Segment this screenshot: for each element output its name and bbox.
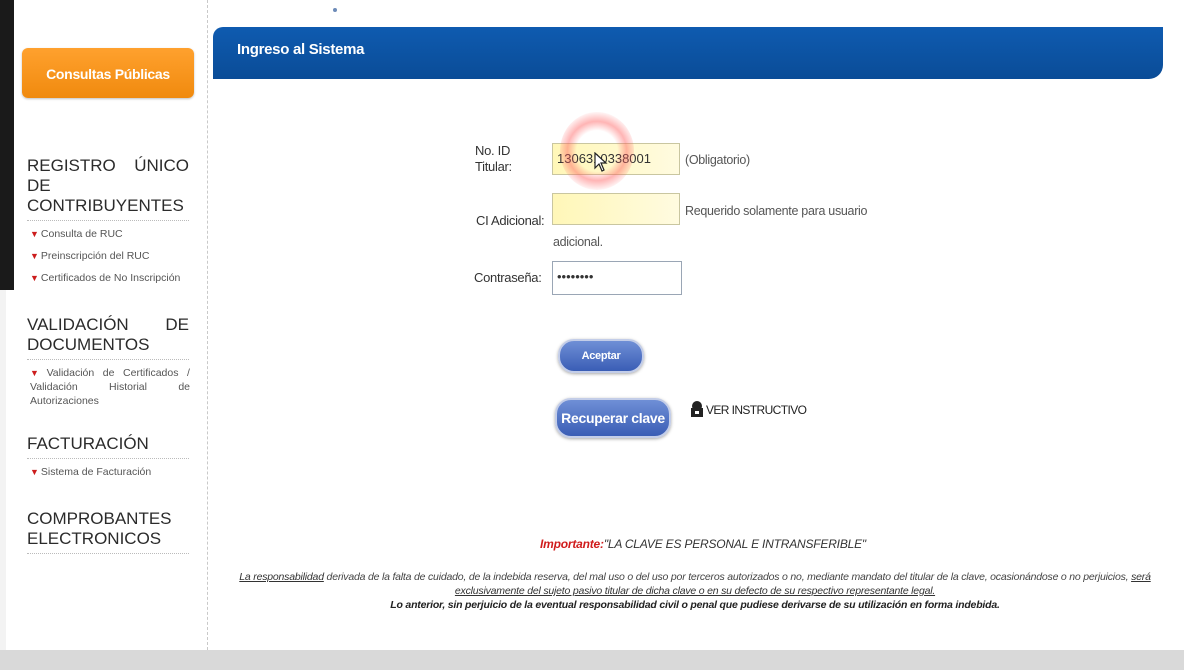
section-title-facturacion[interactable]: FACTURACIÓN: [27, 434, 189, 459]
bullet-icon: ▼: [30, 251, 39, 261]
bullet-icon: ▼: [30, 368, 45, 378]
id-titular-hint: (Obligatorio): [685, 153, 750, 167]
sidebar-item-sistema-facturacion[interactable]: ▼ Sistema de Facturación: [30, 465, 190, 479]
ci-adicional-hint: Requerido solamente para usuario: [685, 204, 868, 218]
facturacion-sublist: ▼ Sistema de Facturación: [30, 465, 190, 479]
sidebar-item-certificados[interactable]: ▼ Certificados de No Inscripción: [30, 271, 190, 285]
ci-adicional-hint-2: adicional.: [553, 235, 603, 249]
section-title-validacion[interactable]: VALIDACIÓN DE DOCUMENTOS: [27, 315, 189, 360]
ci-adicional-label: CI Adicional:: [476, 213, 545, 228]
aceptar-button[interactable]: Aceptar: [558, 339, 644, 373]
window-edge-lower: [0, 290, 6, 650]
password-input[interactable]: ••••••••: [552, 261, 682, 295]
window-edge: [0, 0, 14, 290]
menu-caret-icon: [333, 8, 337, 12]
recuperar-clave-button[interactable]: Recuperar clave: [555, 398, 671, 438]
legal-disclaimer: La responsabilidad derivada de la falta …: [239, 571, 1151, 611]
ruc-sublist: ▼ Consulta de RUC ▼ Preinscripción del RUC…: [30, 227, 190, 285]
password-label: Contraseña:: [474, 270, 542, 285]
consultas-publicas-button[interactable]: Consultas Públicas: [22, 48, 194, 98]
sidebar-item-consulta-ruc[interactable]: ▼ Consulta de RUC: [30, 227, 190, 241]
important-notice: Importante:"LA CLAVE ES PERSONAL E INTRA…: [540, 537, 866, 551]
bottom-bar: [0, 650, 1184, 670]
main-header: Ingreso al Sistema: [213, 27, 1163, 79]
bullet-icon: ▼: [30, 273, 39, 283]
ver-instructivo-link[interactable]: VER INSTRUCTIVO: [706, 403, 807, 417]
sidebar: Consultas Públicas REGISTRO ÚNICO DE CON…: [22, 48, 198, 554]
ci-adicional-input[interactable]: [552, 193, 680, 225]
mouse-cursor-icon: [594, 152, 608, 172]
sidebar-divider: [207, 0, 208, 650]
section-title-ruc[interactable]: REGISTRO ÚNICO DE CONTRIBUYENTES: [27, 156, 189, 221]
legal-bold-text: Lo anterior, sin perjuicio de la eventua…: [390, 599, 1000, 611]
sidebar-item-preinscripcion[interactable]: ▼ Preinscripción del RUC: [30, 249, 190, 263]
important-text: "LA CLAVE ES PERSONAL E INTRANSFERIBLE": [603, 537, 866, 551]
sidebar-item-validacion-certificados[interactable]: ▼ Validación de Certificados / Validación…: [30, 366, 190, 408]
validacion-sublist: ▼ Validación de Certificados / Validación…: [30, 366, 190, 408]
bullet-icon: ▼: [30, 229, 39, 239]
responsabilidad-link[interactable]: La responsabilidad: [239, 571, 324, 583]
bullet-icon: ▼: [30, 467, 39, 477]
section-title-comprobantes[interactable]: COMPROBANTES ELECTRONICOS: [27, 509, 189, 554]
cursor-highlight: [560, 112, 634, 190]
id-titular-label: No. ID Titular:: [475, 143, 512, 174]
important-label: Importante:: [540, 537, 604, 551]
page-title: Ingreso al Sistema: [237, 41, 365, 58]
lock-icon: [691, 401, 703, 417]
